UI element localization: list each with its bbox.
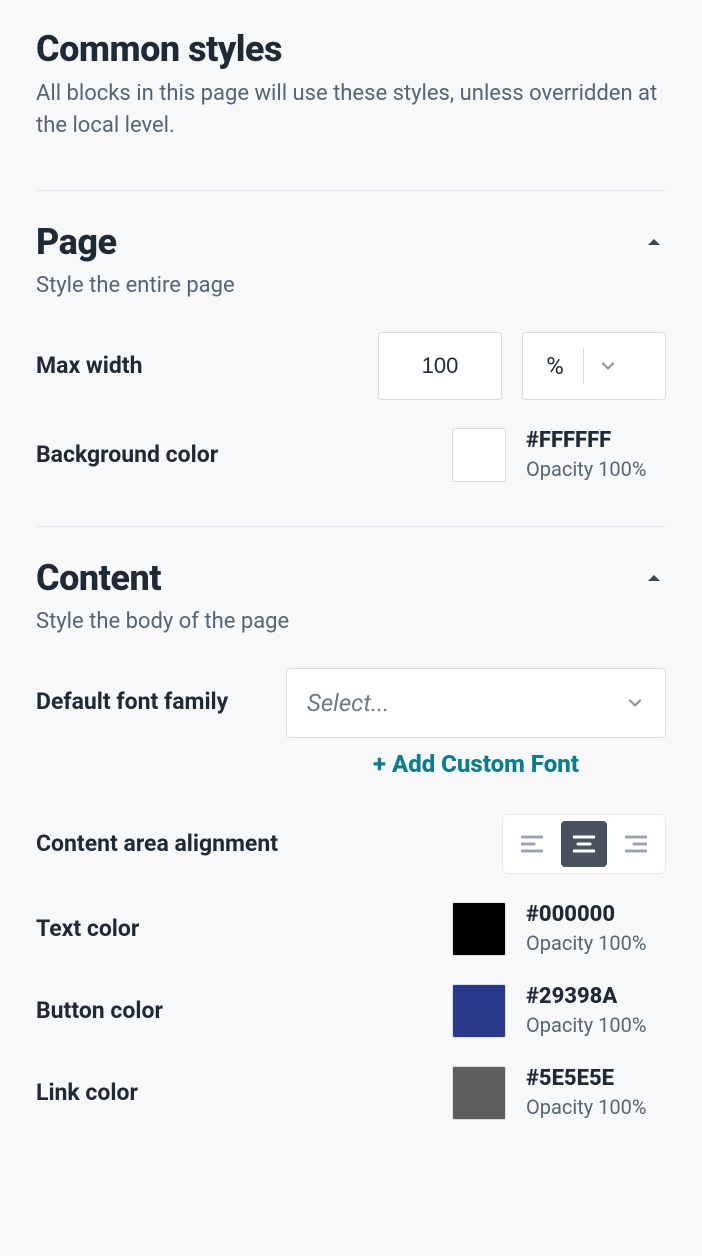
alignment-row: Content area alignment — [36, 814, 666, 874]
text-color-label: Text color — [36, 915, 139, 942]
align-center-icon — [573, 835, 595, 853]
align-left-button[interactable] — [509, 821, 555, 867]
font-family-select[interactable]: Select... — [286, 668, 666, 738]
unit-divider — [583, 348, 584, 384]
font-family-row: Default font family Select... + Add Cust… — [36, 668, 666, 778]
background-color-swatch[interactable] — [452, 428, 506, 482]
chevron-up-icon — [642, 566, 666, 590]
align-center-button[interactable] — [561, 821, 607, 867]
page-title: Common styles — [36, 28, 666, 70]
link-color-swatch[interactable] — [452, 1066, 506, 1120]
alignment-segmented-control — [502, 814, 666, 874]
page-section: Page Style the entire page Max width % B… — [36, 191, 666, 482]
text-color-row: Text color #000000 Opacity 100% — [36, 902, 666, 956]
page-section-title: Page — [36, 221, 117, 263]
link-color-row: Link color #5E5E5E Opacity 100% — [36, 1066, 666, 1120]
align-right-button[interactable] — [613, 821, 659, 867]
button-color-label: Button color — [36, 997, 163, 1024]
text-color-opacity: Opacity 100% — [526, 931, 666, 955]
content-section-desc: Style the body of the page — [36, 609, 666, 634]
align-left-icon — [521, 835, 543, 853]
page-subtitle: All blocks in this page will use these s… — [36, 78, 666, 142]
page-section-toggle[interactable]: Page — [36, 221, 666, 263]
button-color-row: Button color #29398A Opacity 100% — [36, 984, 666, 1038]
page-section-desc: Style the entire page — [36, 273, 666, 298]
max-width-label: Max width — [36, 352, 142, 379]
background-color-label: Background color — [36, 441, 218, 468]
background-color-hex: #FFFFFF — [526, 428, 666, 453]
chevron-down-icon — [625, 693, 645, 713]
text-color-hex: #000000 — [526, 902, 666, 927]
text-color-swatch[interactable] — [452, 902, 506, 956]
link-color-label: Link color — [36, 1079, 138, 1106]
content-section: Content Style the body of the page Defau… — [36, 527, 666, 1120]
font-family-label: Default font family — [36, 668, 228, 715]
max-width-input[interactable] — [378, 332, 502, 400]
add-custom-font-button[interactable]: + Add Custom Font — [373, 750, 579, 778]
font-family-placeholder: Select... — [307, 689, 389, 717]
chevron-down-icon — [598, 356, 618, 376]
button-color-opacity: Opacity 100% — [526, 1013, 666, 1037]
content-section-toggle[interactable]: Content — [36, 557, 666, 599]
content-section-title: Content — [36, 557, 161, 599]
background-color-opacity: Opacity 100% — [526, 457, 666, 481]
max-width-unit-select[interactable]: % — [522, 332, 666, 400]
chevron-up-icon — [642, 230, 666, 254]
background-color-row: Background color #FFFFFF Opacity 100% — [36, 428, 666, 482]
align-right-icon — [625, 835, 647, 853]
alignment-label: Content area alignment — [36, 830, 278, 857]
max-width-row: Max width % — [36, 332, 666, 400]
unit-value: % — [541, 352, 569, 380]
link-color-opacity: Opacity 100% — [526, 1095, 666, 1119]
button-color-hex: #29398A — [526, 984, 666, 1009]
button-color-swatch[interactable] — [452, 984, 506, 1038]
link-color-hex: #5E5E5E — [526, 1066, 666, 1091]
